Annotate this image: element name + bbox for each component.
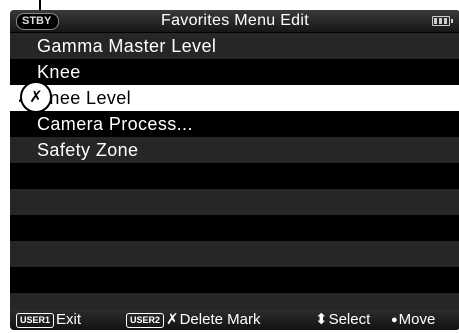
move-label: Move xyxy=(398,311,436,328)
favorites-menu-list: Gamma Master Level Knee ✗ Knee Level Cam… xyxy=(10,33,459,319)
delete-mark-label: Delete Mark xyxy=(179,311,261,328)
exit-hint[interactable]: USER1 Exit xyxy=(16,310,81,330)
page-title: Favorites Menu Edit xyxy=(161,12,309,29)
select-hint[interactable]: ⬍ Select xyxy=(315,310,370,330)
menu-item-knee[interactable]: Knee xyxy=(10,59,459,85)
empty-row xyxy=(10,215,459,241)
exit-label: Exit xyxy=(56,311,82,328)
delete-mark-hint[interactable]: USER2 ✗ Delete Mark xyxy=(126,310,260,330)
callout-mark-circle: ✗ xyxy=(20,81,52,113)
empty-row xyxy=(10,163,459,189)
dot-icon: ● xyxy=(391,314,398,326)
empty-row xyxy=(10,241,459,267)
delete-mark-icon: ✗ xyxy=(166,311,179,328)
button-guide-bar: USER1 Exit USER2 ✗ Delete Mark ⬍ Select … xyxy=(10,310,459,330)
move-hint[interactable]: ● Move xyxy=(391,310,435,330)
empty-row xyxy=(10,189,459,215)
battery-icon xyxy=(432,16,453,26)
viewfinder-screen: STBY Favorites Menu Edit Gamma Master Le… xyxy=(10,10,459,330)
select-label: Select xyxy=(328,311,371,328)
title-bar: STBY Favorites Menu Edit xyxy=(10,10,459,32)
menu-item-label: Safety Zone xyxy=(37,140,139,160)
up-down-arrow-icon: ⬍ xyxy=(315,311,328,328)
menu-item-label: Knee xyxy=(37,62,81,82)
menu-item-gamma-master-level[interactable]: Gamma Master Level xyxy=(10,33,459,59)
menu-item-safety-zone[interactable]: Safety Zone xyxy=(10,137,459,163)
user2-key-badge: USER2 xyxy=(126,312,165,328)
empty-row xyxy=(10,267,459,293)
user1-key-badge: USER1 xyxy=(16,312,55,328)
menu-item-label: Gamma Master Level xyxy=(37,36,217,56)
menu-item-camera-process[interactable]: Camera Process... xyxy=(10,111,459,137)
menu-item-knee-level[interactable]: ✗ Knee Level xyxy=(10,85,459,111)
menu-item-label: Camera Process... xyxy=(37,114,193,134)
